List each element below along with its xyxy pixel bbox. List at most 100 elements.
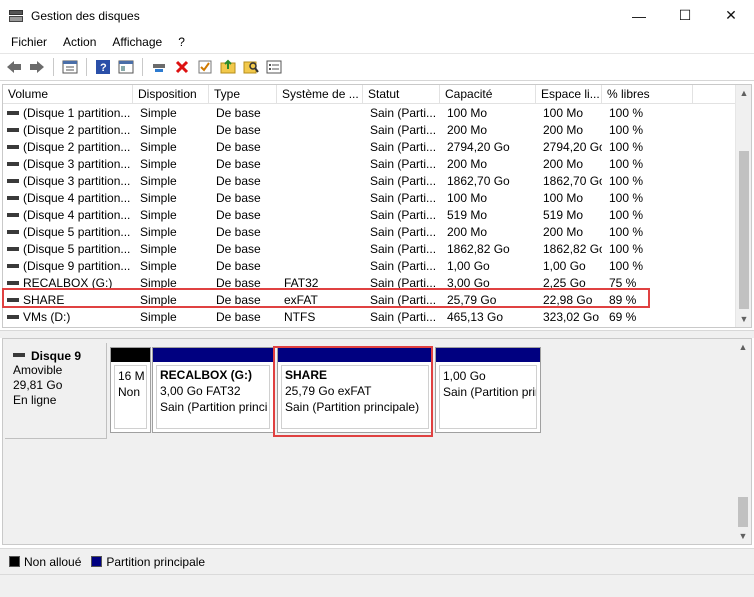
check-icon[interactable]	[195, 57, 215, 77]
scroll-up-icon[interactable]: ▲	[736, 85, 751, 101]
cell-status: Sain (Parti...	[370, 259, 437, 273]
partition-title: RECALBOX (G:)	[160, 368, 252, 382]
column-header-status[interactable]: Statut	[363, 85, 440, 104]
table-row[interactable]: (Disque 9 partition... Simple De base Sain …	[3, 258, 736, 275]
cell-type: De base	[216, 174, 261, 188]
column-header-free-space[interactable]: Espace li...	[536, 85, 602, 104]
cell-percent-free: 100 %	[609, 123, 644, 137]
cell-disposition: Simple	[140, 259, 177, 273]
list-icon[interactable]	[264, 57, 284, 77]
cell-percent-free: 100 %	[609, 191, 644, 205]
cell-volume: (Disque 5 partition...	[3, 224, 133, 241]
table-row[interactable]: (Disque 1 partition... Simple De base Sain …	[3, 105, 736, 122]
disk-type: Amovible	[13, 363, 63, 377]
partition-unnamed[interactable]: 1,00 Go Sain (Partition prir	[435, 347, 541, 433]
column-header-volume[interactable]: Volume	[3, 85, 133, 104]
window-title: Gestion des disques	[31, 8, 140, 23]
menu-action[interactable]: Action	[55, 35, 104, 49]
cell-disposition: Simple	[140, 242, 177, 256]
scroll-up-icon[interactable]: ▲	[735, 339, 751, 355]
volume-icon	[7, 246, 19, 251]
help-icon[interactable]: ?	[93, 57, 113, 77]
column-header-percent-free[interactable]: % libres	[602, 85, 693, 104]
cell-type: De base	[216, 123, 261, 137]
volume-name: (Disque 4 partition...	[23, 208, 131, 222]
table-row[interactable]: (Disque 2 partition... Simple De base Sain …	[3, 139, 736, 156]
cell-percent-free: 100 %	[609, 157, 644, 171]
disk-status: En ligne	[13, 393, 57, 407]
cell-type: De base	[216, 310, 261, 324]
pane-splitter[interactable]	[0, 330, 754, 338]
menu-affichage[interactable]: Affichage	[104, 35, 170, 49]
scroll-thumb[interactable]	[739, 151, 749, 309]
forward-arrow-icon[interactable]	[27, 57, 47, 77]
partition-status: Sain (Partition princi	[160, 400, 268, 414]
connect-icon[interactable]	[149, 57, 169, 77]
cell-volume: (Disque 4 partition...	[3, 207, 133, 224]
cell-capacity: 1862,70 Go	[447, 174, 510, 188]
table-row[interactable]: (Disque 4 partition... Simple De base Sain …	[3, 190, 736, 207]
cell-filesystem	[277, 241, 363, 258]
table-row[interactable]: (Disque 4 partition... Simple De base Sain …	[3, 207, 736, 224]
cell-filesystem: NTFS	[284, 310, 316, 324]
table-row[interactable]: (Disque 2 partition... Simple De base Sain …	[3, 122, 736, 139]
column-header-capacity[interactable]: Capacité	[440, 85, 536, 104]
console-icon[interactable]	[116, 57, 136, 77]
table-row[interactable]: (Disque 5 partition... Simple De base Sain …	[3, 241, 736, 258]
cell-type: De base	[216, 191, 261, 205]
menu-help[interactable]: ?	[170, 35, 193, 49]
column-header-filesystem[interactable]: Système de ...	[277, 85, 363, 104]
disk-label[interactable]: Disque 9 Amovible 29,81 Go En ligne	[5, 343, 107, 439]
cell-volume: (Disque 9 partition...	[3, 258, 133, 275]
share-row-highlight	[2, 288, 650, 308]
cell-percent-free: 69 %	[609, 310, 637, 324]
properties-icon[interactable]	[60, 57, 80, 77]
minimize-button[interactable]: —	[616, 0, 662, 31]
back-arrow-icon[interactable]	[4, 57, 24, 77]
partition-size: 16 M	[118, 369, 145, 383]
volume-icon	[7, 178, 19, 183]
scroll-down-icon[interactable]: ▼	[736, 311, 751, 327]
volume-name: (Disque 2 partition...	[23, 123, 131, 137]
cell-filesystem	[277, 207, 363, 224]
cell-percent-free: 100 %	[609, 106, 644, 120]
cell-status: Sain (Parti...	[370, 174, 437, 188]
cell-disposition: Simple	[140, 174, 177, 188]
maximize-button[interactable]: ☐	[662, 0, 708, 31]
table-row[interactable]: (Disque 3 partition... Simple De base Sain …	[3, 156, 736, 173]
volume-name: (Disque 1 partition...	[23, 106, 131, 120]
delete-icon[interactable]	[172, 57, 192, 77]
cell-volume: (Disque 3 partition...	[3, 156, 133, 173]
cell-volume: VMs (D:)	[3, 309, 133, 326]
disk-graph-scrollbar[interactable]: ▲ ▼	[735, 339, 751, 544]
cell-type: De base	[216, 208, 261, 222]
title-bar: Gestion des disques — ☐ ✕	[0, 0, 754, 31]
menu-fichier[interactable]: Fichier	[3, 35, 55, 49]
cell-status: Sain (Parti...	[370, 242, 437, 256]
table-row[interactable]: (Disque 3 partition... Simple De base Sain …	[3, 173, 736, 190]
scroll-thumb[interactable]	[738, 497, 748, 527]
partition-recalbox[interactable]: RECALBOX (G:) 3,00 Go FAT32 Sain (Partit…	[152, 347, 274, 433]
cell-status: Sain (Parti...	[370, 123, 437, 137]
search-icon[interactable]	[241, 57, 261, 77]
table-row[interactable]: (Disque 5 partition... Simple De base Sain …	[3, 224, 736, 241]
cell-volume: (Disque 1 partition...	[3, 105, 133, 122]
cell-filesystem	[277, 122, 363, 139]
cell-filesystem	[277, 190, 363, 207]
column-header-disposition[interactable]: Disposition	[133, 85, 209, 104]
partition-unallocated[interactable]: 16 M Non	[110, 347, 151, 433]
legend-label-unallocated: Non alloué	[24, 554, 82, 569]
cell-volume: (Disque 2 partition...	[3, 139, 133, 156]
cell-free-space: 519 Mo	[543, 208, 584, 222]
table-row[interactable]: VMs (D:) Simple De base NTFS Sain (Parti... 4…	[3, 309, 736, 326]
disk-name: Disque 9	[31, 349, 82, 363]
column-header-type[interactable]: Type	[209, 85, 277, 104]
close-button[interactable]: ✕	[708, 0, 754, 31]
cell-percent-free: 100 %	[609, 259, 644, 273]
scroll-down-icon[interactable]: ▼	[735, 528, 751, 544]
folder-icon[interactable]	[218, 57, 238, 77]
volume-name: (Disque 4 partition...	[23, 191, 131, 205]
cell-type: De base	[216, 157, 261, 171]
volume-list-scrollbar[interactable]: ▲ ▼	[735, 85, 751, 327]
status-bar	[0, 574, 754, 597]
